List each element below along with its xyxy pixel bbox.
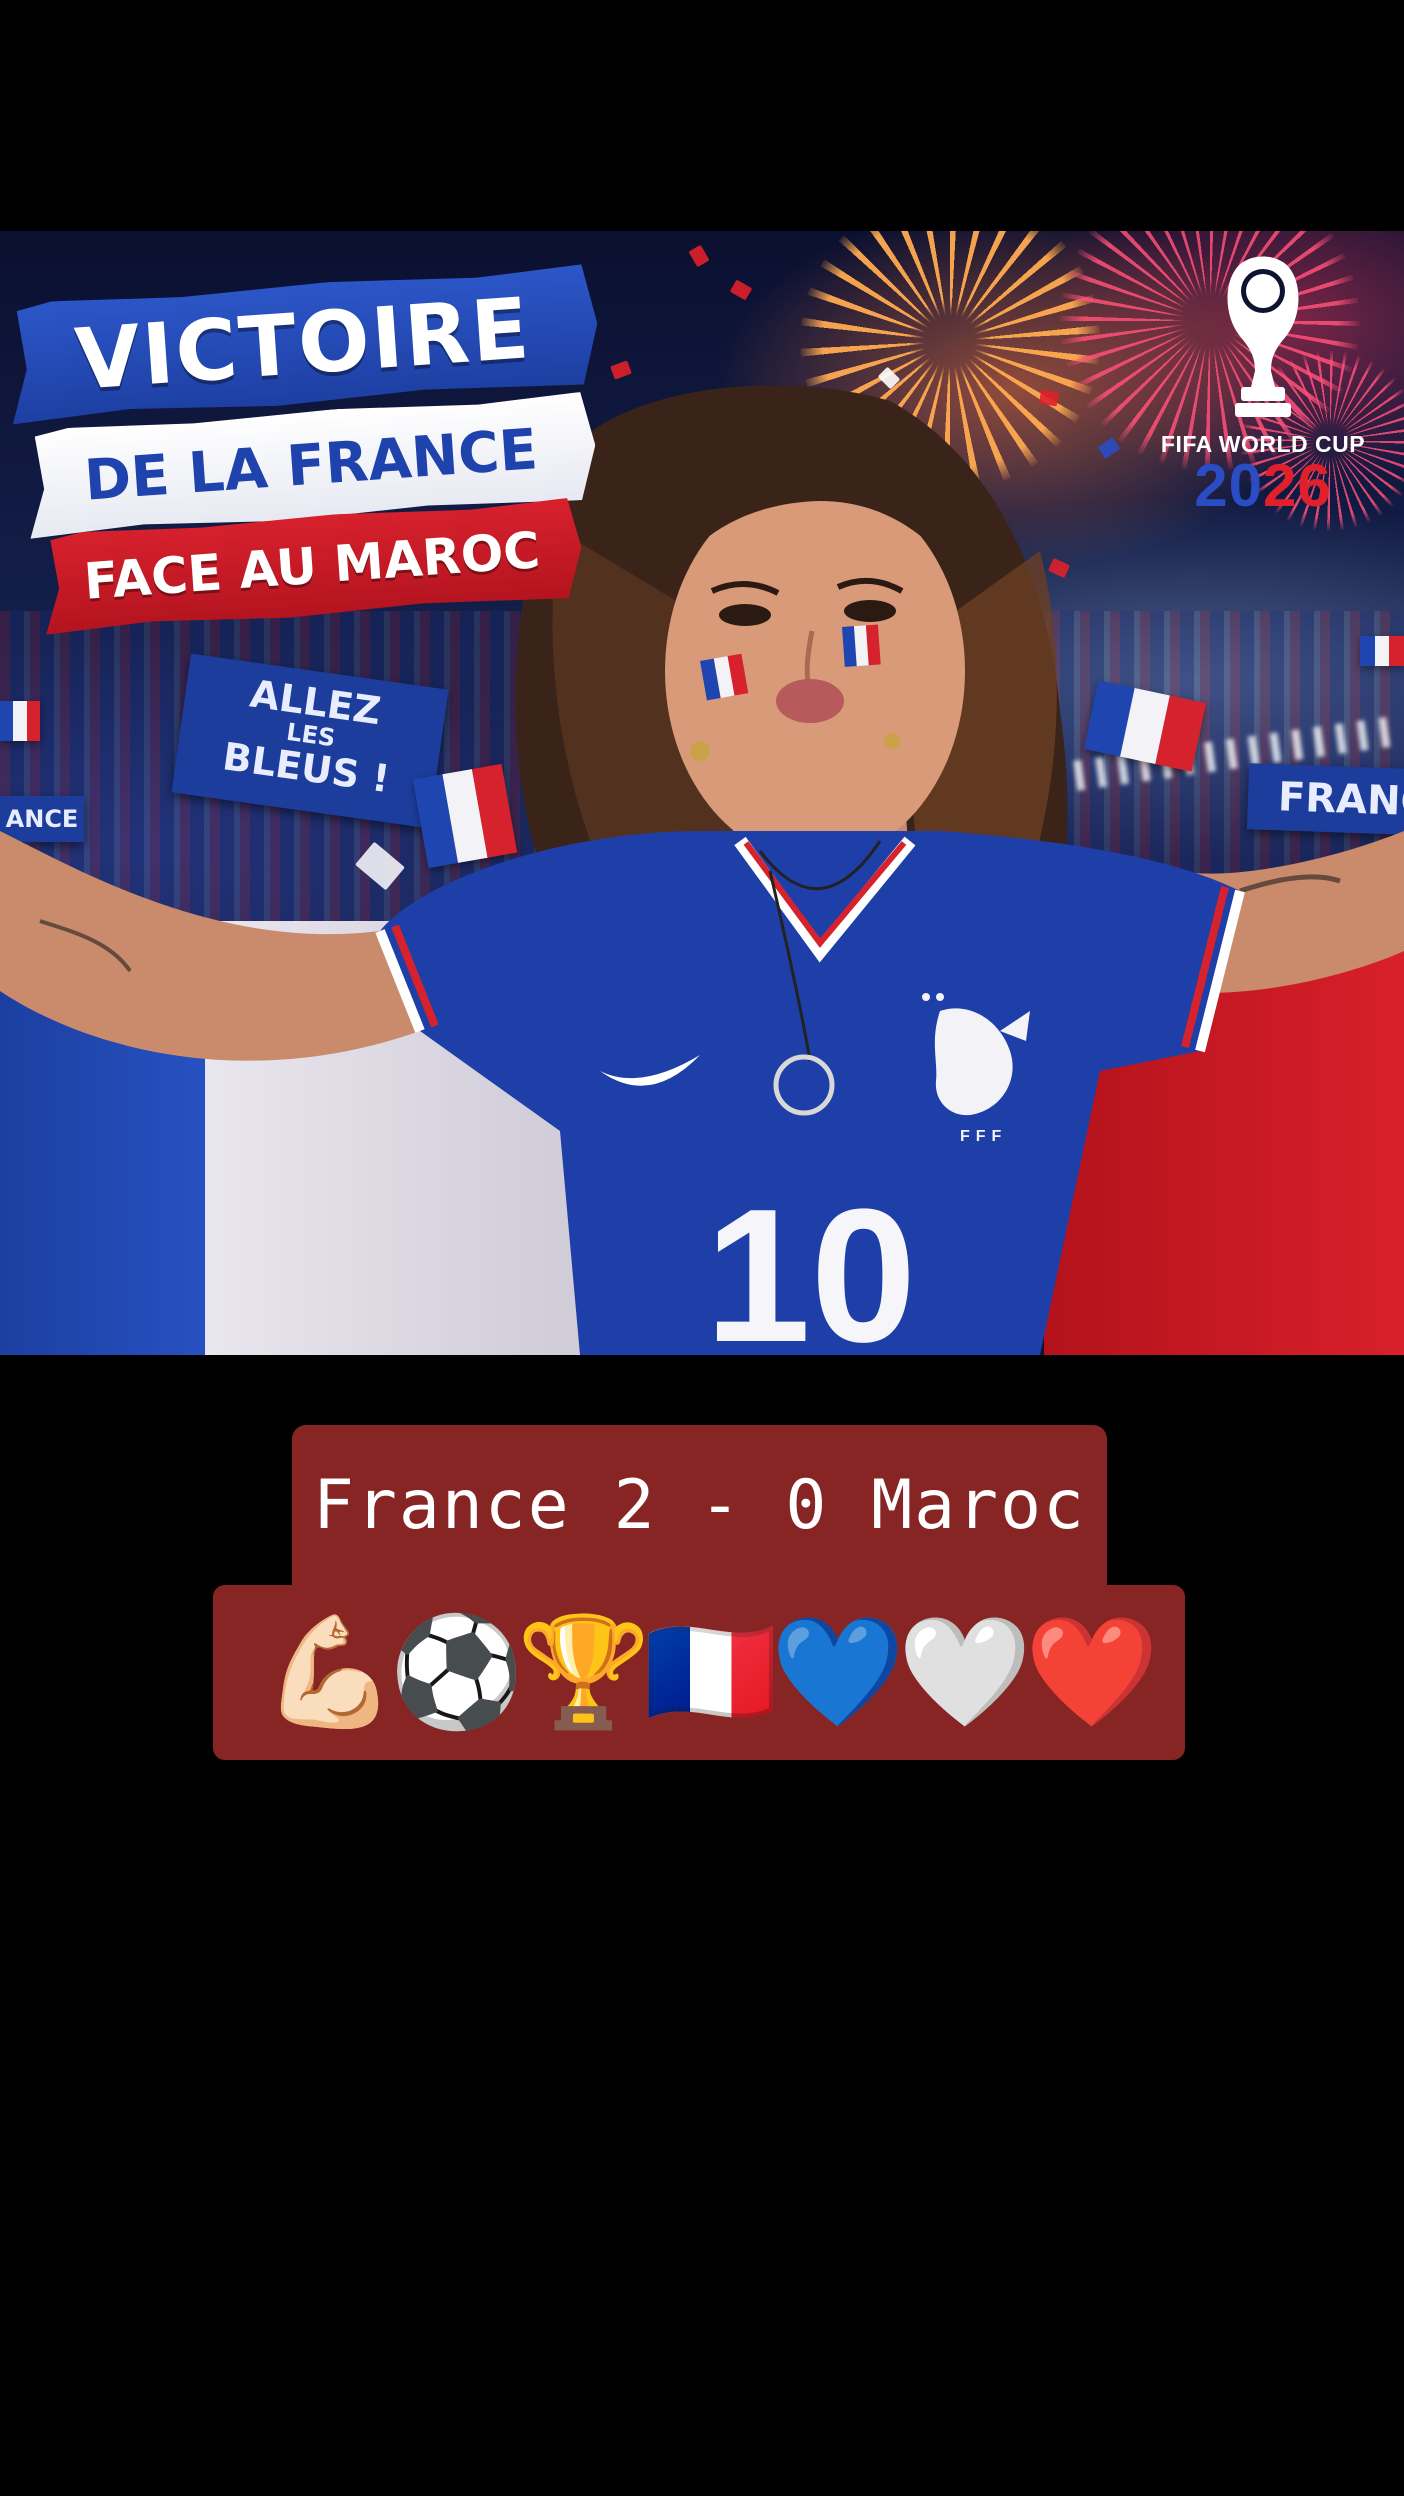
title-line-1: VICTOIRE (5, 264, 602, 425)
flexed-biceps-icon: 💪🏻 (262, 1609, 397, 1735)
red-heart-icon: ❤️ (1024, 1609, 1159, 1735)
trophy-emoji-icon: 🏆 (516, 1609, 651, 1735)
jersey-crest-text: FFF (960, 1128, 1007, 1145)
soccer-ball-icon: ⚽ (389, 1609, 524, 1735)
hero-banner: ALLEZ LES BLEUS ! FRANC ANCE FFF 10 VICT… (0, 231, 1404, 1355)
blue-heart-icon: 💙 (770, 1609, 905, 1735)
score-caption: France 2 - 0 Maroc (292, 1425, 1107, 1585)
france-flag-icon: 🇫🇷 (643, 1609, 778, 1735)
emoji-caption: 💪🏻 ⚽ 🏆 🇫🇷 💙 🤍 ❤️ (213, 1565, 1185, 1760)
title-lockup: VICTOIRE DE LA FRANCE FACE AU MAROC (0, 231, 620, 651)
jersey-number: 10 (705, 1170, 916, 1355)
score-text: France 2 - 0 Maroc (313, 1465, 1086, 1545)
trophy-icon (1227, 256, 1299, 417)
year-part: 20 (1194, 452, 1263, 519)
world-cup-logo: FIFA WORLD CUP 2026 (1148, 251, 1378, 551)
emoji-row: 💪🏻 ⚽ 🏆 🇫🇷 💙 🤍 ❤️ (262, 1609, 1159, 1735)
year-part: 26 (1263, 452, 1332, 519)
white-heart-icon: 🤍 (897, 1609, 1032, 1735)
world-cup-year: 2026 (1148, 456, 1378, 516)
